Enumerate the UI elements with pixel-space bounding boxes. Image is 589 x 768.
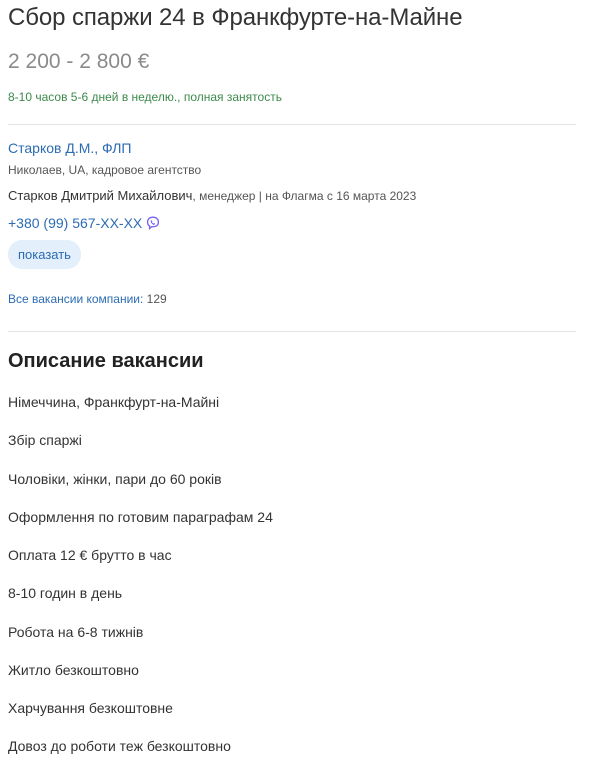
vacancy-title: Сбор спаржи 24 в Франкфурте-на-Майне: [8, 4, 463, 31]
description-line: Оплата 12 € брутто в час: [8, 547, 172, 563]
vacancy-schedule: 8-10 часов 5-6 дней в неделю., полная за…: [8, 90, 282, 104]
description-line: Оформлення по готовим параграфам 24: [8, 509, 273, 525]
description-line: Харчування безкоштовне: [8, 700, 173, 716]
all-vacancies-count: 129: [146, 292, 167, 306]
description-line: 8-10 годин в день: [8, 585, 123, 601]
phone-row: +380 (99) 567-XX-XX: [8, 215, 160, 231]
description-line: Довоз до роботи теж безкоштовно: [8, 738, 231, 754]
description-line: Чоловіки, жінки, пари до 60 років: [8, 471, 222, 487]
description-line: Житло безкоштовно: [8, 662, 139, 678]
divider: [8, 331, 576, 332]
show-phone-button[interactable]: показать: [8, 240, 81, 269]
company-location: Николаев, UA, кадровое агентство: [8, 163, 202, 177]
vacancy-page: Сбор спаржи 24 в Франкфурте-на-Майне 2 2…: [0, 0, 589, 768]
phone-number[interactable]: +380 (99) 567-XX-XX: [8, 215, 142, 231]
all-vacancies-link[interactable]: Все вакансии компании:: [8, 292, 143, 306]
description-line: Збір спаржі: [8, 432, 82, 448]
contact-meta: , менеджер | на Флагма с 16 марта 2023: [192, 189, 417, 203]
divider: [8, 124, 576, 125]
contact-person: Старков Дмитрий Михайлович, менеджер | н…: [8, 188, 416, 203]
description-line: Робота на 6-8 тижнів: [8, 624, 144, 640]
description-heading: Описание вакансии: [8, 350, 204, 372]
vacancy-salary: 2 200 - 2 800 €: [8, 50, 150, 73]
viber-icon: [146, 216, 160, 231]
company-name-link[interactable]: Старков Д.М., ФЛП: [8, 140, 131, 156]
description-line: Німеччина, Франкфурт-на-Майні: [8, 394, 220, 410]
contact-name: Старков Дмитрий Михайлович: [8, 188, 193, 203]
all-vacancies: Все вакансии компании: 129: [8, 292, 167, 306]
